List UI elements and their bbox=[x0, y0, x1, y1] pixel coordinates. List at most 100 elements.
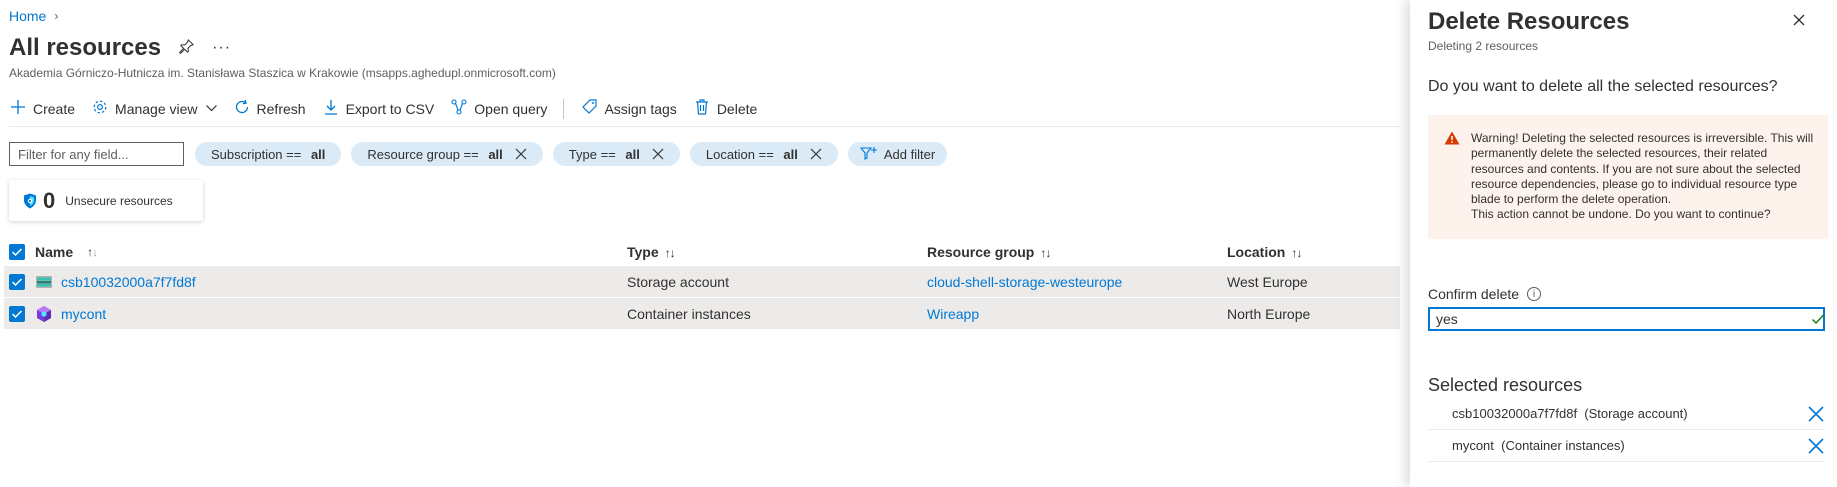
page-subtitle: Akademia Górniczo-Hutnicza im. Stanisław… bbox=[9, 66, 556, 80]
warning-box: Warning! Deleting the selected resources… bbox=[1428, 115, 1828, 239]
ellipsis-icon[interactable]: ··· bbox=[212, 39, 231, 57]
sort-icon: ↑↓ bbox=[664, 246, 676, 260]
warning-text-2: This action cannot be undone. Do you wan… bbox=[1471, 207, 1771, 222]
column-location-label: Location bbox=[1227, 244, 1286, 260]
sort-icon: ↑↓ bbox=[1291, 246, 1302, 260]
panel-subtitle: Deleting 2 resources bbox=[1428, 39, 1539, 53]
warning-icon bbox=[1444, 131, 1460, 145]
gear-icon bbox=[91, 99, 109, 120]
delete-label: Delete bbox=[716, 101, 758, 117]
query-icon bbox=[450, 98, 468, 120]
trash-icon bbox=[693, 98, 711, 120]
checkmark-icon bbox=[1812, 314, 1825, 325]
selected-resource-label: csb10032000a7f7fd8f (Storage account) bbox=[1452, 406, 1688, 421]
filter-input[interactable] bbox=[9, 142, 184, 166]
close-icon[interactable] bbox=[1789, 10, 1809, 30]
column-resource-group[interactable]: Resource group ↑↓ bbox=[927, 244, 1227, 260]
subscription-filter-value: all bbox=[310, 146, 326, 162]
column-rg-label: Resource group bbox=[927, 244, 1035, 260]
unsecure-count: 0 bbox=[43, 187, 56, 213]
assign-tags-button[interactable]: Assign tags bbox=[580, 98, 677, 120]
column-location[interactable]: Location ↑↓ bbox=[1227, 244, 1397, 260]
warning-text: Warning! Deleting the selected resources… bbox=[1471, 131, 1814, 207]
page-title: All resources bbox=[9, 34, 162, 61]
table-header: Name ↑↓ Type ↑↓ Resource group ↑↓ Location ↑… bbox=[4, 238, 1400, 266]
close-icon[interactable] bbox=[652, 146, 664, 163]
column-name[interactable]: Name ↑↓ bbox=[31, 244, 627, 260]
confirm-delete-input[interactable] bbox=[1428, 307, 1825, 331]
resource-group-link[interactable]: cloud-shell-storage-westeurope bbox=[927, 274, 1122, 290]
resource-location: North Europe bbox=[1227, 305, 1311, 322]
location-filter-pill[interactable]: Location == all bbox=[689, 142, 838, 166]
plus-icon bbox=[9, 99, 27, 119]
sort-icon: ↑↓ bbox=[1040, 246, 1051, 260]
subscription-filter-pill[interactable]: Subscription == all bbox=[195, 142, 342, 166]
chevron-right-icon: › bbox=[54, 9, 59, 23]
tag-icon bbox=[580, 98, 598, 120]
resource-type: Storage account bbox=[627, 273, 729, 290]
selected-resource-label: mycont (Container instances) bbox=[1452, 438, 1625, 453]
confirm-delete-text: Confirm delete bbox=[1428, 286, 1520, 302]
unsecure-label: Unsecure resources bbox=[65, 193, 173, 208]
column-name-label: Name bbox=[35, 244, 74, 260]
open-query-label: Open query bbox=[474, 101, 548, 117]
storage-account-icon bbox=[36, 275, 52, 288]
row-checkbox[interactable] bbox=[9, 305, 25, 322]
selected-resource-item: csb10032000a7f7fd8f (Storage account) bbox=[1428, 398, 1825, 430]
export-csv-label: Export to CSV bbox=[345, 101, 435, 117]
toolbar: Create Manage view Refresh Export to CSV bbox=[9, 96, 773, 122]
refresh-icon bbox=[233, 99, 251, 120]
resources-table: Name ↑↓ Type ↑↓ Resource group ↑↓ Location ↑… bbox=[4, 238, 1400, 330]
table-row[interactable]: csb10032000a7f7fd8f Storage account clou… bbox=[4, 266, 1400, 298]
add-filter-label: Add filter bbox=[883, 146, 936, 162]
sort-icon: ↑↓ bbox=[87, 245, 98, 259]
manage-view-label: Manage view bbox=[115, 101, 198, 117]
resource-group-filter-value: all bbox=[488, 146, 503, 162]
type-filter-pill[interactable]: Type == all bbox=[552, 142, 680, 166]
delete-resources-panel: Delete Resources Deleting 2 resources Do… bbox=[1410, 0, 1837, 487]
type-filter-label: Type == bbox=[568, 146, 620, 162]
download-icon bbox=[322, 99, 340, 120]
delete-question: Do you want to delete all the selected r… bbox=[1428, 78, 1778, 95]
close-icon[interactable] bbox=[515, 146, 527, 163]
select-all-checkbox[interactable] bbox=[9, 244, 25, 260]
export-csv-button[interactable]: Export to CSV bbox=[322, 99, 435, 120]
delete-button[interactable]: Delete bbox=[693, 98, 758, 120]
close-icon[interactable] bbox=[810, 146, 822, 163]
close-icon[interactable] bbox=[1807, 405, 1825, 423]
add-filter-icon bbox=[859, 146, 878, 163]
filter-pills: Subscription == all Resource group == al… bbox=[195, 142, 948, 166]
pin-icon[interactable] bbox=[179, 38, 195, 58]
title-row: All resources ··· bbox=[9, 34, 231, 62]
column-type-label: Type bbox=[627, 244, 659, 260]
info-icon[interactable]: i bbox=[1527, 287, 1542, 301]
unsecure-resources-card[interactable]: 0 Unsecure resources bbox=[9, 180, 203, 221]
row-checkbox[interactable] bbox=[9, 273, 25, 290]
toolbar-divider bbox=[563, 99, 565, 119]
open-query-button[interactable]: Open query bbox=[450, 98, 548, 120]
toolbar-divider-line bbox=[9, 126, 1400, 127]
refresh-button[interactable]: Refresh bbox=[233, 99, 306, 120]
close-icon[interactable] bbox=[1807, 437, 1825, 455]
resource-name-link[interactable]: csb10032000a7f7fd8f bbox=[61, 274, 196, 290]
panel-title: Delete Resources bbox=[1428, 8, 1630, 35]
resource-group-filter-pill[interactable]: Resource group == all bbox=[351, 142, 543, 166]
refresh-label: Refresh bbox=[256, 101, 306, 117]
manage-view-button[interactable]: Manage view bbox=[91, 99, 217, 120]
create-label: Create bbox=[33, 101, 76, 117]
breadcrumb: Home › bbox=[9, 8, 58, 24]
create-button[interactable]: Create bbox=[9, 99, 76, 119]
assign-tags-label: Assign tags bbox=[604, 101, 677, 117]
table-row[interactable]: mycont Container instances Wireapp North… bbox=[4, 298, 1400, 330]
selected-resource-item: mycont (Container instances) bbox=[1428, 430, 1825, 462]
resource-name-link[interactable]: mycont bbox=[61, 306, 106, 322]
location-filter-label: Location == bbox=[705, 146, 778, 162]
resource-group-filter-label: Resource group == bbox=[367, 146, 483, 162]
column-type[interactable]: Type ↑↓ bbox=[627, 244, 927, 260]
resource-group-link[interactable]: Wireapp bbox=[927, 306, 979, 322]
add-filter-button[interactable]: Add filter bbox=[847, 142, 948, 166]
shield-icon bbox=[24, 193, 36, 208]
chevron-down-icon bbox=[205, 103, 217, 115]
resource-location: West Europe bbox=[1227, 273, 1308, 290]
breadcrumb-home[interactable]: Home bbox=[9, 8, 46, 24]
